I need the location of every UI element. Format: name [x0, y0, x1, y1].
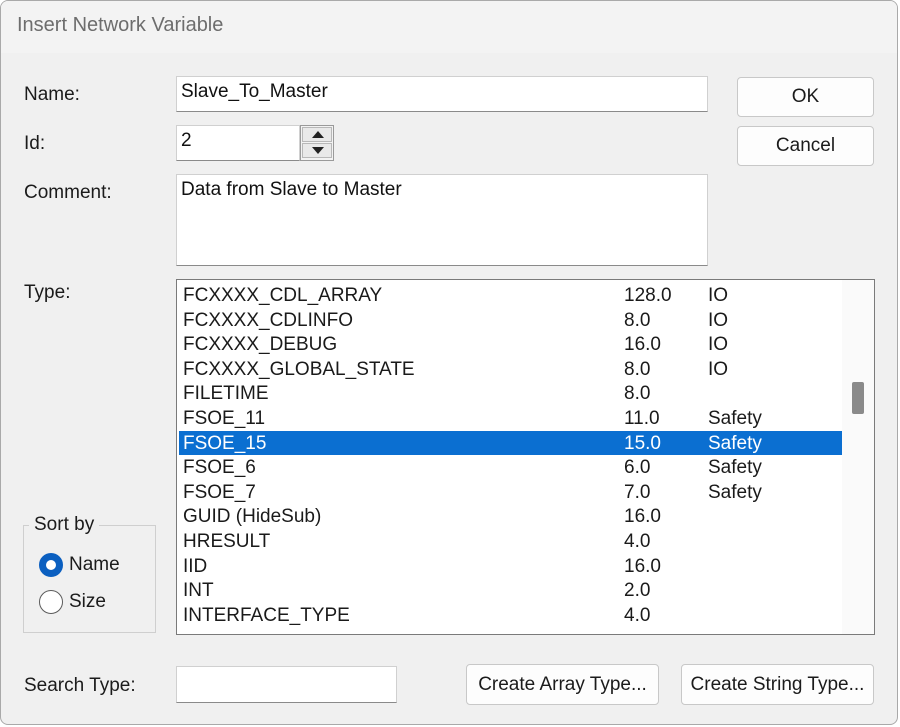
ok-button[interactable]: OK	[737, 77, 874, 117]
type-list-cell-name: FCXXXX_DEBUG	[183, 334, 338, 356]
type-list-scrollbar[interactable]	[842, 280, 874, 634]
type-list-cell-size: 6.0	[624, 457, 651, 479]
type-list-cell-category: Safety	[708, 408, 762, 429]
type-list-cell-name: FILETIME	[183, 383, 269, 405]
comment-textarea[interactable]: Data from Slave to Master	[176, 174, 708, 266]
type-list-row[interactable]: FSOE_6 6.0 Safety	[179, 455, 842, 479]
type-list-cell-size: 11.0	[624, 408, 660, 429]
type-list-cell-size: 8.0	[624, 358, 651, 380]
type-list-row[interactable]: FCXXXX_GLOBAL_STATE 8.0 IO	[179, 357, 842, 381]
title-bar[interactable]: Insert Network Variable	[1, 1, 897, 53]
sort-by-title: Sort by	[29, 514, 100, 536]
type-list-cell-category: Safety	[708, 432, 762, 454]
search-type-input[interactable]	[176, 666, 397, 703]
type-list-cell-size: 4.0	[624, 604, 651, 626]
type-list-cell-name: FCXXXX_CDL_ARRAY	[183, 285, 383, 306]
sort-by-group	[23, 525, 156, 633]
type-list-cell-category: IO	[708, 334, 729, 356]
create-array-type-button[interactable]: Create Array Type...	[466, 664, 659, 705]
type-list-cell-name: IID	[183, 555, 208, 577]
window-title: Insert Network Variable	[17, 14, 224, 36]
type-list-cell-size: 8.0	[624, 309, 651, 331]
type-list-cell-category: IO	[708, 358, 729, 380]
type-list-row[interactable]: FILETIME 8.0	[179, 381, 842, 405]
type-list-cell-size: 16.0	[624, 334, 661, 356]
cancel-button[interactable]: Cancel	[737, 126, 874, 166]
create-string-type-button[interactable]: Create String Type...	[681, 664, 874, 705]
type-list-cell-size: 2.0	[624, 580, 651, 602]
type-list-cell-name: INT	[183, 580, 214, 602]
type-list-cell-name: FCXXXX_GLOBAL_STATE	[183, 358, 415, 380]
comment-label: Comment:	[24, 182, 112, 203]
type-list-cell-size: 7.0	[624, 481, 651, 503]
type-list-cell-name: FSOE_7	[183, 481, 256, 503]
type-list-row[interactable]: FSOE_11 11.0 Safety	[179, 406, 842, 430]
search-type-label: Search Type:	[24, 675, 136, 696]
type-list-cell-category: IO	[708, 309, 729, 331]
type-list-row[interactable]: FCXXXX_CDLINFO 8.0 IO	[179, 308, 842, 332]
type-list-cell-name: FSOE_6	[183, 457, 256, 479]
type-list-row[interactable]: FCXXXX_DEBUG 16.0 IO	[179, 332, 842, 356]
type-list-cell-name: FCXXXX_CDLINFO	[183, 309, 353, 331]
type-list-cell-category: IO	[708, 285, 729, 306]
sort-by-size-radio[interactable]	[39, 590, 63, 614]
type-list-row[interactable]: FCXXXX_CDL_ARRAY 128.0 IO	[179, 283, 842, 307]
id-spinner	[300, 125, 334, 161]
type-list-row[interactable]: INT 2.0	[179, 578, 842, 602]
type-list[interactable]: FCXXXX_CDL_ARRAY 128.0 IO FCXXXX_CDLINFO 8.0…	[176, 279, 875, 635]
id-label: Id:	[24, 133, 46, 154]
type-list-cell-size: 4.0	[624, 531, 651, 552]
type-list-row[interactable]: GUID (HideSub) 16.0	[179, 504, 842, 528]
type-list-row[interactable]: FSOE_7 7.0 Safety	[179, 480, 842, 504]
insert-network-variable-dialog: Insert Network Variable Name: Slave_To_M…	[0, 0, 898, 725]
id-input[interactable]: 2	[176, 125, 300, 161]
type-list-cell-size: 8.0	[624, 383, 651, 405]
arrow-up-icon	[312, 131, 324, 138]
type-list-cell-category: Safety	[708, 457, 762, 479]
spin-up-button[interactable]	[302, 127, 332, 142]
name-input[interactable]: Slave_To_Master	[176, 76, 708, 112]
type-list-cell-name: GUID (HideSub)	[183, 506, 322, 528]
type-list-cell-size: 15.0	[624, 432, 661, 454]
type-list-cell-name: HRESULT	[183, 531, 271, 552]
arrow-down-icon	[312, 147, 324, 154]
type-list-row[interactable]: HRESULT 4.0	[179, 529, 842, 553]
type-label: Type:	[24, 282, 71, 303]
scrollbar-thumb[interactable]	[852, 382, 864, 414]
type-list-cell-size: 16.0	[624, 506, 661, 528]
type-list-row[interactable]: IID 16.0	[179, 554, 842, 578]
spin-down-button[interactable]	[302, 143, 332, 158]
type-list-cell-name: FSOE_11	[183, 408, 266, 429]
type-list-cell-name: FSOE_15	[183, 432, 267, 454]
name-label: Name:	[24, 84, 80, 105]
sort-by-size-label[interactable]: Size	[69, 591, 106, 613]
type-list-row[interactable]: FSOE_15 15.0 Safety	[179, 430, 842, 455]
type-list-cell-name: INTERFACE_TYPE	[183, 604, 350, 626]
sort-by-name-label[interactable]: Name	[69, 554, 120, 576]
type-list-row[interactable]: INTERFACE_TYPE 4.0	[179, 603, 842, 627]
type-list-cell-category: Safety	[708, 481, 762, 503]
sort-by-name-radio[interactable]	[39, 553, 63, 577]
type-list-cell-size: 16.0	[624, 555, 661, 577]
type-list-cell-size: 128.0	[624, 285, 672, 306]
